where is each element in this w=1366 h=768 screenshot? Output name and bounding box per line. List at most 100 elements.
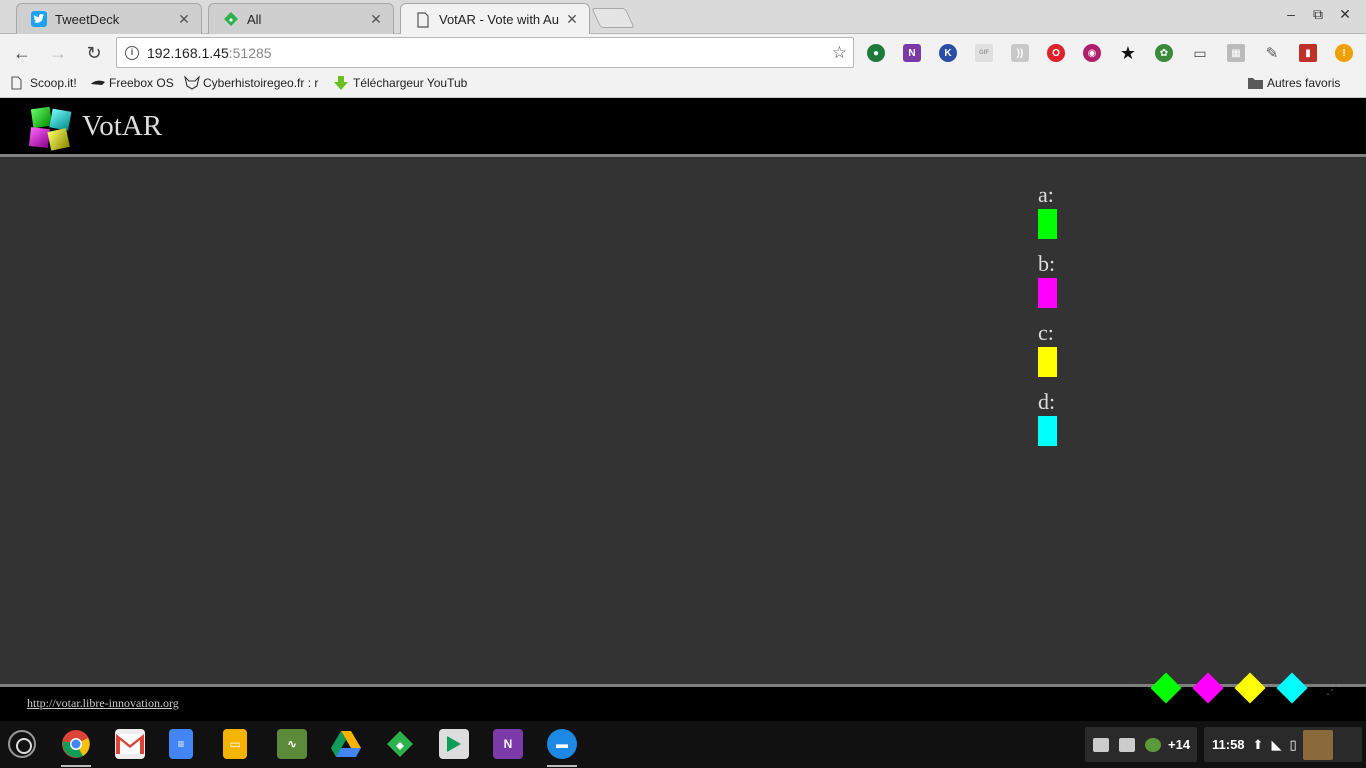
color-bar-b	[1038, 278, 1057, 308]
reload-icon[interactable]: ↻	[83, 42, 105, 64]
notification-icon	[1119, 737, 1135, 752]
url-port: :51285	[228, 44, 272, 61]
page-title: VotAR	[82, 110, 163, 142]
cast-icon[interactable]: ▭	[1191, 44, 1209, 62]
turtle-icon	[1145, 737, 1161, 752]
book-icon[interactable]: ▮	[1299, 44, 1317, 62]
color-bar-d	[1038, 416, 1057, 446]
launcher-icon[interactable]	[8, 730, 36, 758]
qr-icon[interactable]: ▦	[1227, 44, 1245, 62]
page-icon	[415, 11, 431, 28]
bookmark-label: Autres favoris	[1267, 76, 1341, 90]
minimize-icon[interactable]: –	[1278, 6, 1304, 22]
pen-icon[interactable]: ✎	[1263, 44, 1281, 62]
browser-toolbar: ← → ↻ i 192.168.1.45:51285 ☆ ● N K GIF )…	[0, 34, 1366, 72]
bookmark-label: Freebox OS	[109, 76, 174, 90]
votar-logo	[29, 106, 75, 152]
feedly-icon	[223, 11, 239, 27]
freebox-icon	[90, 76, 105, 90]
color-bar-c	[1038, 347, 1057, 377]
close-icon[interactable]: ✕	[177, 11, 191, 28]
legend-item-d: d:	[1038, 389, 1057, 446]
k-icon[interactable]: K	[939, 44, 957, 62]
bookmark-other[interactable]: Autres favoris	[1248, 76, 1340, 90]
legend-item-c: c:	[1038, 320, 1057, 377]
resize-grip-icon[interactable]: ⋰	[1326, 683, 1338, 697]
clock: 11:58	[1212, 737, 1245, 752]
bookmark-scoopit[interactable]: Scoop.it!	[11, 76, 83, 90]
url-host: 192.168.1.45	[147, 44, 229, 61]
bookmark-star-icon[interactable]: ☆	[832, 43, 847, 63]
bookmark-freebox[interactable]: Freebox OS	[90, 76, 180, 90]
tab-title: TweetDeck	[55, 11, 120, 27]
avatar	[1302, 729, 1333, 760]
warning-icon[interactable]: !	[1335, 44, 1353, 62]
new-tab-button[interactable]	[591, 8, 635, 28]
app-green-icon[interactable]: ∿	[277, 729, 307, 759]
page-icon	[11, 76, 25, 90]
bookmark-label: Cyberhistoiregeo.fr : r	[203, 76, 319, 90]
tab-strip: TweetDeck ✕ All ✕ VotAR - Vote with Augm…	[0, 0, 1366, 35]
legend-label: b:	[1038, 251, 1056, 276]
vote-legend: a: b: c: d:	[1038, 182, 1057, 458]
bookmark-label: Scoop.it!	[30, 76, 77, 90]
votar-header: VotAR	[0, 98, 1366, 157]
back-arrow-icon[interactable]: ←	[11, 42, 33, 64]
notification-icon	[1093, 737, 1109, 752]
docs-icon[interactable]: ≡	[169, 729, 193, 759]
legend-item-a: a:	[1038, 182, 1057, 239]
legend-label: a:	[1038, 182, 1054, 207]
color-bar-a	[1038, 209, 1057, 239]
files-icon[interactable]: ▬	[547, 729, 577, 759]
battery-icon: ▯	[1289, 736, 1297, 752]
onenote-icon[interactable]: N	[903, 44, 921, 62]
bookmark-youtube-downloader[interactable]: Téléchargeur YouTub	[334, 76, 470, 90]
tab-title: VotAR - Vote with Augm	[439, 12, 559, 27]
tab-all[interactable]: All ✕	[208, 3, 394, 34]
close-window-icon[interactable]: ✕	[1332, 6, 1358, 23]
active-app-indicator	[547, 765, 577, 767]
drive-icon[interactable]	[331, 729, 361, 759]
tab-title: All	[247, 11, 262, 27]
fox-icon	[184, 76, 200, 90]
restore-icon[interactable]: ⧉	[1305, 6, 1331, 23]
gif-icon[interactable]: GIF	[975, 44, 993, 62]
slides-icon[interactable]: ▭	[223, 729, 247, 759]
record-icon[interactable]: ◉	[1083, 44, 1101, 62]
bookmarks-bar: Scoop.it! Freebox OS Cyberhistoiregeo.fr…	[0, 72, 1366, 98]
wifi-icon: ◣	[1271, 736, 1282, 752]
info-icon[interactable]: i	[125, 45, 139, 60]
legend-label: d:	[1038, 389, 1056, 414]
status-tray[interactable]: 11:58 ⬆ ◣ ▯	[1204, 727, 1362, 762]
turtle-icon[interactable]: ✿	[1155, 44, 1173, 62]
twitter-icon	[31, 11, 47, 27]
green-ext-icon[interactable]: ●	[867, 44, 885, 62]
tab-votar[interactable]: VotAR - Vote with Augm ✕	[400, 3, 590, 35]
onenote-icon[interactable]: N	[493, 729, 523, 759]
active-app-indicator	[61, 765, 91, 767]
vote-results-area: a: b: c: d:	[0, 160, 1366, 684]
legend-item-b: b:	[1038, 251, 1057, 308]
play-store-icon[interactable]	[439, 729, 469, 759]
close-icon[interactable]: ✕	[565, 11, 579, 28]
rss-icon[interactable]: ))	[1011, 44, 1029, 62]
chrome-icon[interactable]	[61, 729, 91, 759]
tab-tweetdeck[interactable]: TweetDeck ✕	[16, 3, 202, 34]
feedly-icon[interactable]	[385, 729, 415, 759]
opera-icon[interactable]: O	[1047, 44, 1065, 62]
address-bar[interactable]: i 192.168.1.45:51285 ☆	[116, 37, 854, 68]
close-icon[interactable]: ✕	[369, 11, 383, 28]
bookmark-cyberhistoiregeo[interactable]: Cyberhistoiregeo.fr : r	[184, 76, 322, 90]
bookmark-label: Téléchargeur YouTub	[353, 76, 468, 90]
download-arrow-icon	[334, 76, 348, 90]
forward-arrow-icon[interactable]: →	[47, 42, 69, 64]
notification-tray[interactable]: +14	[1085, 727, 1197, 762]
gmail-icon[interactable]	[115, 729, 145, 759]
footer-link[interactable]: http://votar.libre-innovation.org	[27, 696, 179, 711]
folder-icon	[1248, 76, 1263, 90]
legend-label: c:	[1038, 320, 1054, 345]
votar-footer: http://votar.libre-innovation.org ⋰	[0, 672, 1366, 721]
os-shelf: ≡ ▭ ∿ N ▬ +14 11:58 ⬆ ◣ ▯	[0, 721, 1366, 768]
notification-count: +14	[1168, 737, 1191, 752]
star-icon[interactable]: ★	[1119, 43, 1137, 63]
